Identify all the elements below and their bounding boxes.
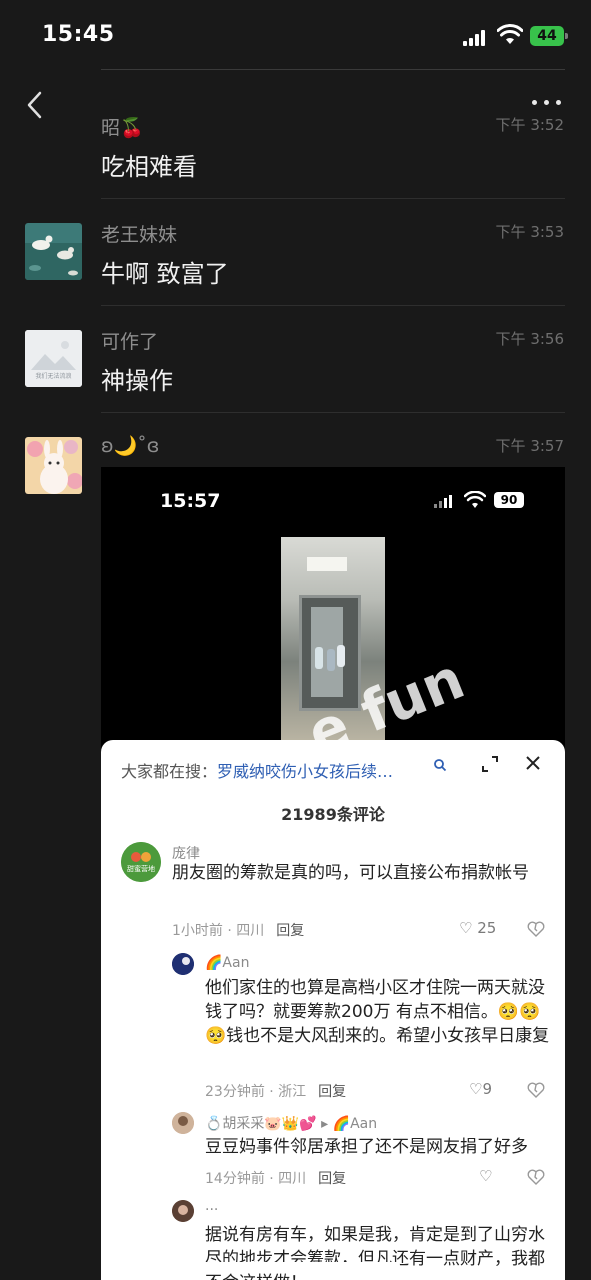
- cellular-signal-icon: [463, 30, 489, 46]
- commenter-name[interactable]: ...: [205, 1198, 218, 1214]
- avatar[interactable]: [25, 437, 82, 494]
- comment-meta: 1小时前 · 四川 回复: [172, 923, 305, 939]
- comments-panel: 大家都在搜：罗威纳咬伤小女孩后续… 21989条评论 甜蜜营地 庞律 朋友圈的筹…: [101, 740, 565, 1280]
- dislike-icon[interactable]: [527, 1082, 545, 1098]
- battery-indicator: 90: [494, 492, 524, 508]
- more-options-icon[interactable]: [530, 100, 564, 110]
- shared-screenshot-image[interactable]: 15:57 90 e fun 大家都在搜：罗威纳咬伤小女孩后续… 21989条评…: [101, 467, 565, 1280]
- dislike-icon[interactable]: [527, 921, 545, 937]
- avatar-caption: 我们无法流浪: [35, 373, 72, 380]
- commenter-name[interactable]: 老王妹妹: [101, 220, 177, 247]
- comment-text: 据说有房有车，如果是我，肯定是到了山穷水尽的地步才会筹款，但凡还有一点财产，我都…: [205, 1225, 545, 1280]
- like-button[interactable]: ♡9: [469, 1080, 492, 1098]
- commenter-name[interactable]: ʚ🌙˚ɞ: [101, 434, 159, 457]
- back-arrow-icon[interactable]: [22, 88, 52, 122]
- divider: [101, 305, 565, 306]
- avatar[interactable]: 我们无法流浪: [25, 330, 82, 387]
- avatar[interactable]: [172, 1200, 194, 1222]
- avatar-brand: 甜蜜营地: [127, 865, 155, 873]
- divider: [101, 412, 565, 413]
- commenter-name[interactable]: 昭🍒: [101, 113, 144, 140]
- status-bar: 15:45 44: [0, 0, 591, 70]
- comment-meta: 23分钟前 · 浙江 回复: [205, 1084, 347, 1100]
- comment-text: 朋友圈的筹款是真的吗，可以直接公布捐款帐号: [172, 863, 529, 883]
- avatar[interactable]: 甜蜜营地: [121, 842, 161, 882]
- like-count: 9: [482, 1080, 492, 1098]
- expand-icon[interactable]: [480, 754, 500, 774]
- comment-time: 下午 3:53: [495, 223, 564, 241]
- comment-time: 下午 3:57: [495, 437, 564, 455]
- avatar[interactable]: [25, 223, 82, 280]
- dislike-icon[interactable]: [527, 1169, 545, 1185]
- reply-button[interactable]: 回复: [318, 1084, 346, 1100]
- divider: [101, 69, 565, 70]
- commenter-name[interactable]: 🌈Aan: [205, 955, 249, 971]
- like-count: 25: [477, 919, 497, 937]
- comment-text: 神操作: [101, 367, 173, 395]
- comment-text: 豆豆妈事件邻居承担了还不是网友捐了好多: [205, 1137, 528, 1157]
- comment-time: 下午 3:52: [495, 116, 564, 134]
- like-button[interactable]: ♡ 25: [459, 919, 496, 937]
- status-time: 15:45: [42, 22, 115, 47]
- battery-indicator: 44: [530, 26, 568, 46]
- reply-button[interactable]: 回复: [276, 923, 304, 939]
- comment-time: 下午 3:56: [495, 330, 564, 348]
- comment-count: 21989条评论: [281, 805, 385, 824]
- comment-text: 他们家住的也算是高档小区才住院一两天就没钱了吗？就要筹款200万 有点不相信。🥺…: [205, 978, 550, 1046]
- home-indicator[interactable]: [190, 1262, 400, 1268]
- reply-button[interactable]: 回复: [318, 1171, 346, 1187]
- search-prefix: 大家都在搜：: [121, 762, 218, 781]
- commenter-name[interactable]: 💍胡采采🐷👑💕 ▸ 🌈Aan: [205, 1113, 377, 1133]
- comment-text: 牛啊 致富了: [101, 260, 229, 288]
- search-suggestion[interactable]: 大家都在搜：罗威纳咬伤小女孩后续…: [121, 758, 393, 782]
- avatar[interactable]: [172, 953, 194, 975]
- search-query-link[interactable]: 罗威纳咬伤小女孩后续…: [217, 762, 393, 781]
- comment-text: 吃相难看: [101, 153, 197, 181]
- divider: [101, 198, 565, 199]
- comment-meta: 14分钟前 · 四川 回复: [205, 1171, 347, 1187]
- screenshot-status-time: 15:57: [160, 490, 221, 512]
- commenter-name[interactable]: 可作了: [101, 327, 158, 354]
- wifi-icon: [497, 24, 523, 44]
- avatar[interactable]: [172, 1112, 194, 1134]
- cellular-signal-icon: [434, 495, 454, 508]
- close-icon[interactable]: [523, 753, 543, 773]
- search-icon[interactable]: [433, 758, 447, 772]
- wifi-icon: [464, 491, 486, 508]
- like-button[interactable]: ♡: [479, 1167, 492, 1185]
- commenter-name[interactable]: 庞律: [172, 843, 200, 863]
